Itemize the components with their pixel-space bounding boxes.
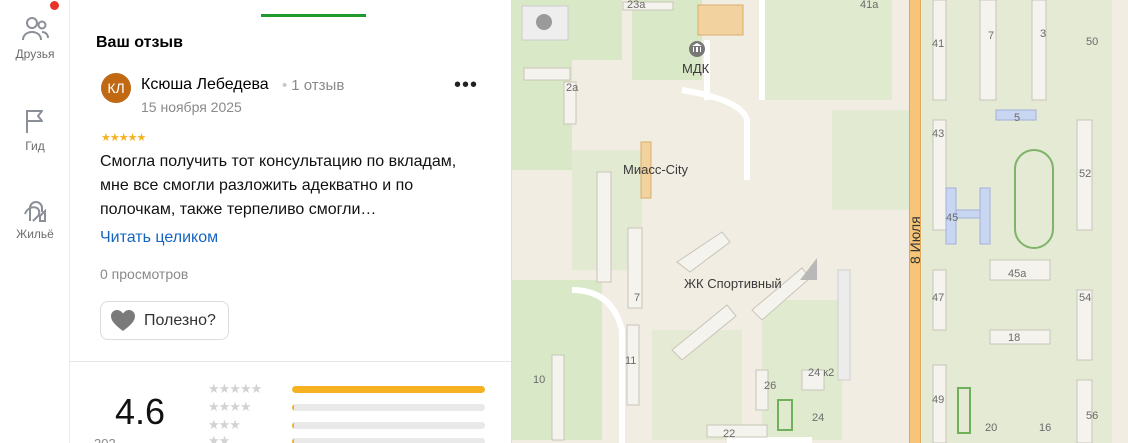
read-more-link[interactable]: Читать целиком xyxy=(100,229,218,247)
section-title: Ваш отзыв xyxy=(96,34,183,51)
map-view[interactable]: МДК Миасс-City ЖК Спортивный 8 Июля 23а … xyxy=(511,0,1128,443)
house-number: 50 xyxy=(1086,36,1099,48)
author-reviews-count: • 1 отзыв xyxy=(282,77,345,94)
rating-bar-fill xyxy=(292,404,294,411)
house-number: 49 xyxy=(932,394,945,406)
house-number: 7 xyxy=(988,30,995,42)
rating-bar-fill xyxy=(292,386,485,393)
house-number: 54 xyxy=(1079,292,1092,304)
sidebar-item-label: Гид xyxy=(25,139,45,153)
house-number: 2а xyxy=(566,82,579,94)
house-number: 3 xyxy=(1040,28,1047,40)
stars-4-icon: ★★★★ xyxy=(208,399,252,414)
sidebar-item-label: Жильё xyxy=(16,227,54,241)
rating-bar-fill xyxy=(292,438,294,443)
review-rating-stars: ★★★★★ xyxy=(101,132,146,144)
separator-dot: • xyxy=(282,77,288,94)
rating-bar xyxy=(292,404,485,411)
rating-row-5: ★★★★★ xyxy=(208,381,488,396)
map-label-miass-city[interactable]: Миасс-City xyxy=(623,162,688,177)
average-rating: 4.6 xyxy=(115,391,166,432)
house-number: 41а xyxy=(860,0,879,11)
house-number: 24 к2 xyxy=(808,367,835,379)
views-count: 0 просмотров xyxy=(100,266,189,282)
more-menu-button[interactable]: ••• xyxy=(453,75,479,100)
active-tab-indicator xyxy=(261,14,366,17)
house-number: 41 xyxy=(932,38,945,50)
house-number: 18 xyxy=(1008,332,1021,344)
avatar[interactable]: КЛ xyxy=(101,73,131,103)
rating-row-4: ★★★★ xyxy=(208,399,488,414)
sidebar-item-guide[interactable]: Гид xyxy=(0,106,70,153)
sidebar-item-housing[interactable]: Жильё xyxy=(0,194,70,241)
rating-bar xyxy=(292,438,485,443)
useful-button[interactable]: Полезно? xyxy=(100,301,229,340)
house-number: 11 xyxy=(625,355,637,367)
sidebar-item-friends[interactable]: Друзья xyxy=(0,14,70,61)
rating-bar xyxy=(292,422,485,429)
sidebar-item-label: Друзья xyxy=(15,47,55,61)
rating-row-3: ★★★ xyxy=(208,417,488,432)
author-name[interactable]: Ксюша Лебедева xyxy=(141,76,269,94)
friends-icon xyxy=(22,17,49,41)
rating-bar xyxy=(292,386,485,393)
stars-5-icon: ★★★★★ xyxy=(208,381,262,396)
house-number: 20 xyxy=(985,422,998,434)
rating-row-2: ★★ xyxy=(208,433,488,443)
house-number: 56 xyxy=(1086,410,1099,422)
stars-3-icon: ★★★ xyxy=(208,417,241,432)
notification-dot xyxy=(50,1,59,10)
review-text: Смогла получить тот консультацию по вкла… xyxy=(100,153,457,218)
house-number: 43 xyxy=(932,128,945,140)
stars-2-icon: ★★ xyxy=(208,433,230,443)
house-number: 16 xyxy=(1039,422,1052,434)
house-number: 23а xyxy=(627,0,646,11)
left-rail: Друзья Гид Жильё xyxy=(0,0,70,443)
house-number: 22 xyxy=(723,428,736,440)
house-number: 45 xyxy=(946,212,959,224)
housing-icon xyxy=(24,201,46,222)
house-number: 7 xyxy=(634,292,641,304)
useful-label: Полезно? xyxy=(144,312,216,329)
house-number: 5 xyxy=(1014,112,1021,124)
map-label-zhk[interactable]: ЖК Спортивный xyxy=(684,276,782,291)
heart-icon xyxy=(111,310,135,331)
museum-icon[interactable] xyxy=(688,40,706,58)
review-panel: Ваш отзыв КЛ Ксюша Лебедева • 1 отзыв 15 … xyxy=(70,0,511,443)
house-number: 24 xyxy=(812,412,825,424)
review-date: 15 ноября 2025 xyxy=(141,99,242,115)
map-label-mdk[interactable]: МДК xyxy=(682,61,709,76)
rating-count: 302 xyxy=(94,436,116,443)
house-number: 26 xyxy=(764,380,777,392)
house-number: 52 xyxy=(1079,168,1092,180)
street-label: 8 Июля xyxy=(907,216,923,264)
divider xyxy=(70,361,511,362)
house-number: 45а xyxy=(1008,268,1027,280)
house-number: 47 xyxy=(932,292,945,304)
house-number: 10 xyxy=(533,374,546,386)
rating-bar-fill xyxy=(292,422,294,429)
flag-icon xyxy=(26,110,43,133)
